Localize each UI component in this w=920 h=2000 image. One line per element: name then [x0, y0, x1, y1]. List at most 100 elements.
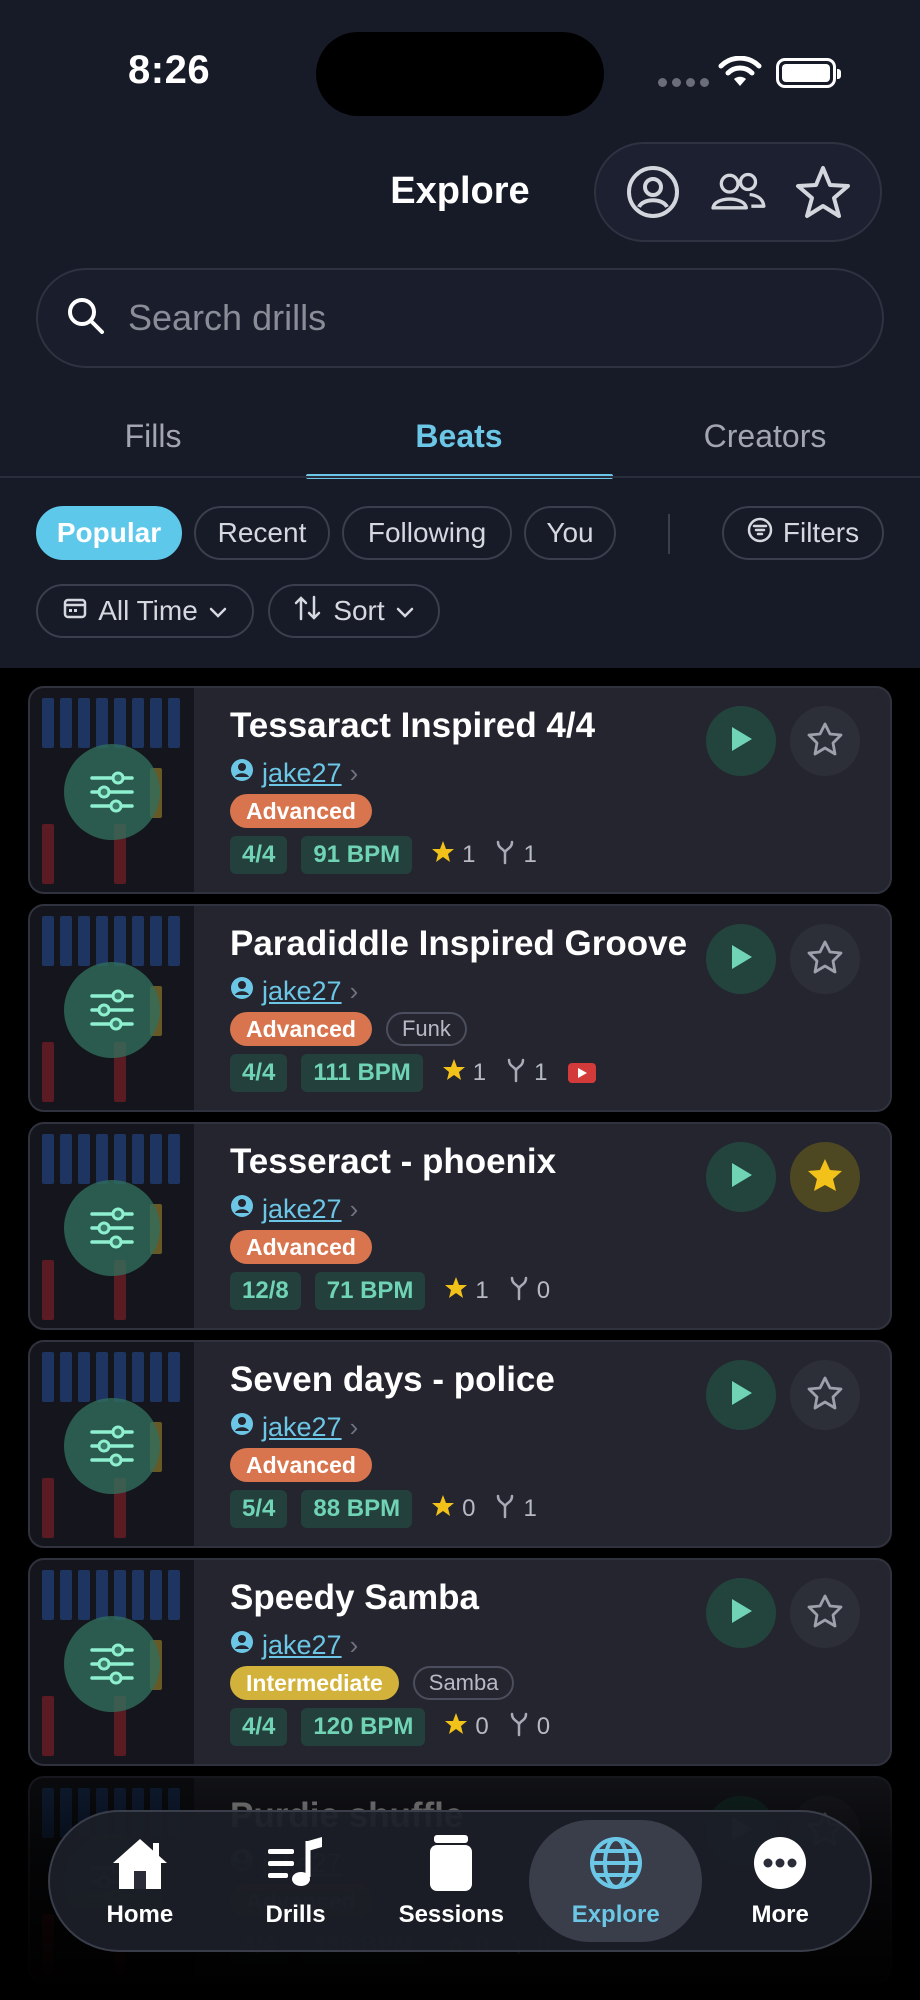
star-count-value: 0	[462, 1495, 476, 1522]
star-count: 1	[441, 1057, 486, 1090]
tab-beats[interactable]: Beats	[306, 408, 612, 480]
fork-count-value: 0	[536, 1277, 551, 1304]
nav-explore-label: Explore	[571, 1901, 660, 1928]
tag-row: Advanced	[230, 1230, 372, 1264]
play-button[interactable]	[706, 1360, 776, 1430]
sliders-icon	[64, 1180, 160, 1276]
drill-card[interactable]: Tessaract Inspired 4/4 jake27 › Advanced 4/4…	[28, 686, 892, 894]
drill-thumbnail	[30, 1342, 194, 1546]
drill-card[interactable]: Tesseract - phoenix jake27 › Advanced 12/8 71…	[28, 1122, 892, 1330]
people-icon[interactable]	[708, 162, 768, 222]
nav-more[interactable]: More	[702, 1820, 858, 1942]
fork-count: 1	[504, 1057, 548, 1090]
fork-icon	[504, 1057, 528, 1090]
drill-card[interactable]: Speedy Samba jake27 › Intermediate Samba 4/4 1…	[28, 1558, 892, 1766]
filters-label: Filters	[782, 517, 860, 548]
nav-drills-label: Drills	[265, 1901, 326, 1928]
drill-thumbnail	[30, 906, 194, 1110]
profile-icon[interactable]	[623, 162, 683, 222]
play-icon	[728, 943, 754, 976]
bpm: 71 BPM	[314, 1272, 426, 1310]
star-icon[interactable]	[793, 162, 853, 222]
play-button[interactable]	[706, 1142, 776, 1212]
chip-you[interactable]: You	[524, 506, 616, 560]
home-icon	[109, 1833, 171, 1893]
drill-title: Paradiddle Inspired Groove	[230, 924, 688, 963]
fork-count: 1	[493, 1493, 537, 1526]
user-icon	[230, 758, 254, 789]
fork-icon	[507, 1275, 531, 1308]
nav-explore[interactable]: Explore	[529, 1820, 703, 1942]
play-icon	[728, 1379, 754, 1412]
nav-drills[interactable]: Drills	[218, 1820, 374, 1942]
fork-count: 1	[493, 839, 537, 872]
star-icon	[806, 1593, 844, 1634]
difficulty-badge: Intermediate	[230, 1666, 399, 1700]
chevron-down-icon	[395, 595, 415, 627]
play-button[interactable]	[706, 706, 776, 776]
play-button[interactable]	[706, 924, 776, 994]
chip-following[interactable]: Following	[342, 506, 512, 560]
author-name: jake27	[262, 1412, 342, 1442]
fork-count: 0	[507, 1711, 550, 1744]
star-count: 0	[430, 1493, 475, 1526]
sort-dropdown[interactable]: Sort	[268, 584, 440, 638]
favorite-button[interactable]	[790, 706, 860, 776]
filters-button[interactable]: Filters	[722, 506, 884, 560]
fork-count-value: 1	[523, 841, 537, 868]
author-link[interactable]: jake27›	[230, 976, 358, 1007]
stats-row: 4/4 111 BPM 1 1	[230, 1054, 596, 1092]
cellular-signal-icon	[658, 78, 709, 87]
drill-card[interactable]: Seven days - police jake27 › Advanced 5/4 88 …	[28, 1340, 892, 1548]
difficulty-badge: Advanced	[230, 794, 372, 828]
user-icon	[230, 1630, 254, 1661]
header-actions	[594, 142, 882, 242]
more-icon	[752, 1833, 808, 1893]
fork-count: 0	[507, 1275, 550, 1308]
chip-popular[interactable]: Popular	[36, 506, 182, 560]
favorite-button[interactable]	[790, 924, 860, 994]
star-count: 0	[443, 1711, 489, 1744]
tag-row: Advanced	[230, 1448, 372, 1482]
author-link[interactable]: jake27›	[230, 1412, 358, 1443]
bpm: 88 BPM	[301, 1490, 413, 1528]
genre-tag: Samba	[412, 1666, 515, 1700]
search-bar[interactable]	[36, 268, 884, 368]
fork-count-value: 1	[534, 1059, 548, 1086]
stats-row: 5/4 88 BPM 0 1	[230, 1490, 537, 1528]
genre-tag: Funk	[385, 1012, 467, 1046]
nav-sessions[interactable]: Sessions	[373, 1820, 529, 1942]
author-link[interactable]: jake27›	[230, 1194, 358, 1225]
tag-row: Advanced Funk	[230, 1012, 467, 1046]
drill-title: Speedy Samba	[230, 1578, 479, 1617]
bpm: 111 BPM	[301, 1054, 423, 1092]
nav-home[interactable]: Home	[62, 1820, 218, 1942]
favorite-button[interactable]	[790, 1578, 860, 1648]
star-count-value: 0	[475, 1713, 489, 1740]
favorite-button[interactable]	[790, 1360, 860, 1430]
star-count: 1	[430, 839, 475, 872]
tag-row: Intermediate Samba	[230, 1666, 515, 1700]
star-icon	[806, 721, 844, 762]
author-name: jake27	[262, 1194, 342, 1224]
favorite-button[interactable]	[790, 1142, 860, 1212]
author-link[interactable]: jake27›	[230, 758, 358, 789]
time-range-dropdown[interactable]: All Time	[36, 584, 254, 638]
chevron-right-icon: ›	[349, 758, 359, 788]
chip-recent[interactable]: Recent	[194, 506, 330, 560]
play-button[interactable]	[706, 1578, 776, 1648]
time-signature: 4/4	[230, 836, 288, 874]
sliders-icon	[64, 1398, 160, 1494]
star-icon	[806, 1375, 844, 1416]
search-input[interactable]	[128, 297, 828, 339]
calendar-icon	[62, 595, 88, 628]
nav-more-label: More	[751, 1901, 809, 1928]
drill-card[interactable]: Paradiddle Inspired Groove jake27 › Advance…	[28, 904, 892, 1112]
tab-creators[interactable]: Creators	[612, 408, 918, 480]
author-link[interactable]: jake27›	[230, 1630, 358, 1661]
difficulty-badge: Advanced	[230, 1448, 372, 1482]
fork-count-value: 1	[523, 1495, 537, 1522]
star-icon	[443, 1275, 469, 1308]
wifi-icon	[718, 55, 762, 95]
tab-fills[interactable]: Fills	[0, 408, 306, 480]
